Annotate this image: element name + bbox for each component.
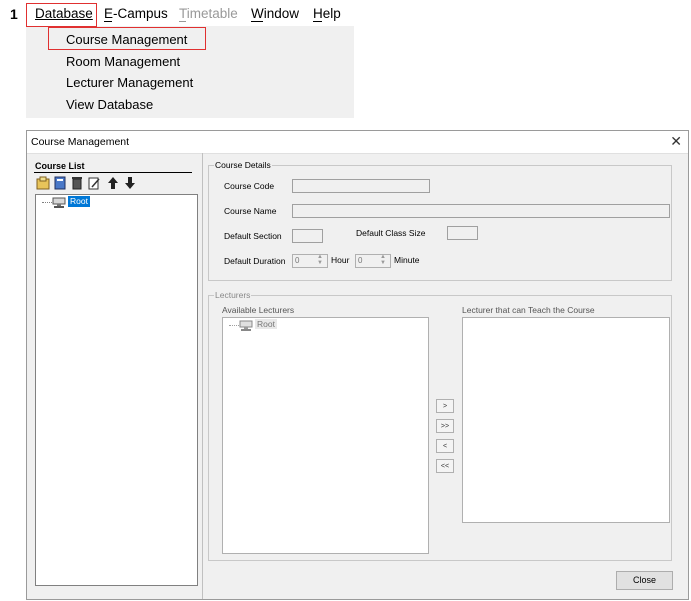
tree-connector [42,202,52,203]
menu-window[interactable]: Window [251,6,299,21]
course-code-label: Course Code [224,181,275,191]
default-section-label: Default Section [224,231,282,241]
menu-help[interactable]: Help [313,6,341,21]
accel-underline [251,21,263,22]
server-icon [52,196,66,208]
minute-stepper[interactable]: 0 ▲ ▼ [355,254,391,268]
teach-lecturers-label: Lecturer that can Teach the Course [462,305,595,315]
minute-label: Minute [394,255,420,265]
default-class-size-field[interactable] [447,226,478,240]
teach-lecturers-list[interactable] [462,317,670,523]
move-down-icon[interactable] [122,176,138,192]
default-section-field[interactable] [292,229,323,243]
accel-underline [179,21,186,22]
course-list-underline [34,172,192,173]
course-name-label: Course Name [224,206,277,216]
course-name-field[interactable] [292,204,670,218]
tree-connector [229,325,239,326]
remove-lecturer-button[interactable]: < [436,439,454,453]
spinner-arrows-icon: ▲ ▼ [380,254,386,266]
tree-root-item[interactable]: Root [68,196,90,207]
delete-icon[interactable] [69,176,85,192]
edit-icon[interactable] [86,176,102,192]
course-management-dialog: Course Management ✕ Course List Root Cou… [26,130,689,600]
default-class-size-label: Default Class Size [356,228,426,238]
remove-all-lecturers-button[interactable]: << [436,459,454,473]
course-tree[interactable]: Root [35,194,198,586]
accel-underline [104,21,112,22]
menu-ecampus[interactable]: E-Campus [104,6,168,21]
menu-item-room-management[interactable]: Room Management [66,54,180,69]
move-up-icon[interactable] [105,176,121,192]
available-root-item[interactable]: Root [255,319,277,329]
highlight-course-management-item [48,27,206,50]
add-all-lecturers-button[interactable]: >> [436,419,454,433]
hour-stepper[interactable]: 0 ▲ ▼ [292,254,328,268]
dialog-title: Course Management [31,136,130,148]
menu-timetable[interactable]: Timetable [179,6,238,21]
new-folder-icon[interactable] [35,176,51,192]
hour-label: Hour [331,255,350,265]
server-icon [239,319,253,331]
new-course-icon[interactable] [52,176,68,192]
spinner-arrows-icon: ▲ ▼ [317,254,323,266]
step-1-label: 1 [10,6,18,22]
close-icon[interactable]: ✕ [670,133,682,150]
course-list-pane: Course List Root [30,153,203,599]
minute-value: 0 [358,256,363,265]
available-lecturers-label: Available Lecturers [222,305,295,315]
add-lecturer-button[interactable]: > [436,399,454,413]
menu-item-view-database[interactable]: View Database [66,97,153,112]
course-details-group: Course Details Course Code Course Name D… [208,160,672,281]
dialog-titlebar: Course Management ✕ [27,131,688,154]
available-lecturers-list[interactable]: Root [222,317,429,554]
default-duration-label: Default Duration [224,256,286,266]
close-button[interactable]: Close [616,571,673,590]
menu-item-lecturer-management[interactable]: Lecturer Management [66,75,193,90]
course-details-legend: Course Details [214,160,272,170]
course-code-field[interactable] [292,179,430,193]
highlight-database-menu [26,3,97,27]
lecturers-group: Lecturers Available Lecturers Root > >> … [208,290,672,561]
hour-value: 0 [295,256,300,265]
accel-underline [313,21,322,22]
course-list-label: Course List [35,161,85,171]
lecturers-legend: Lecturers [214,290,252,300]
course-list-toolbar [35,176,155,193]
